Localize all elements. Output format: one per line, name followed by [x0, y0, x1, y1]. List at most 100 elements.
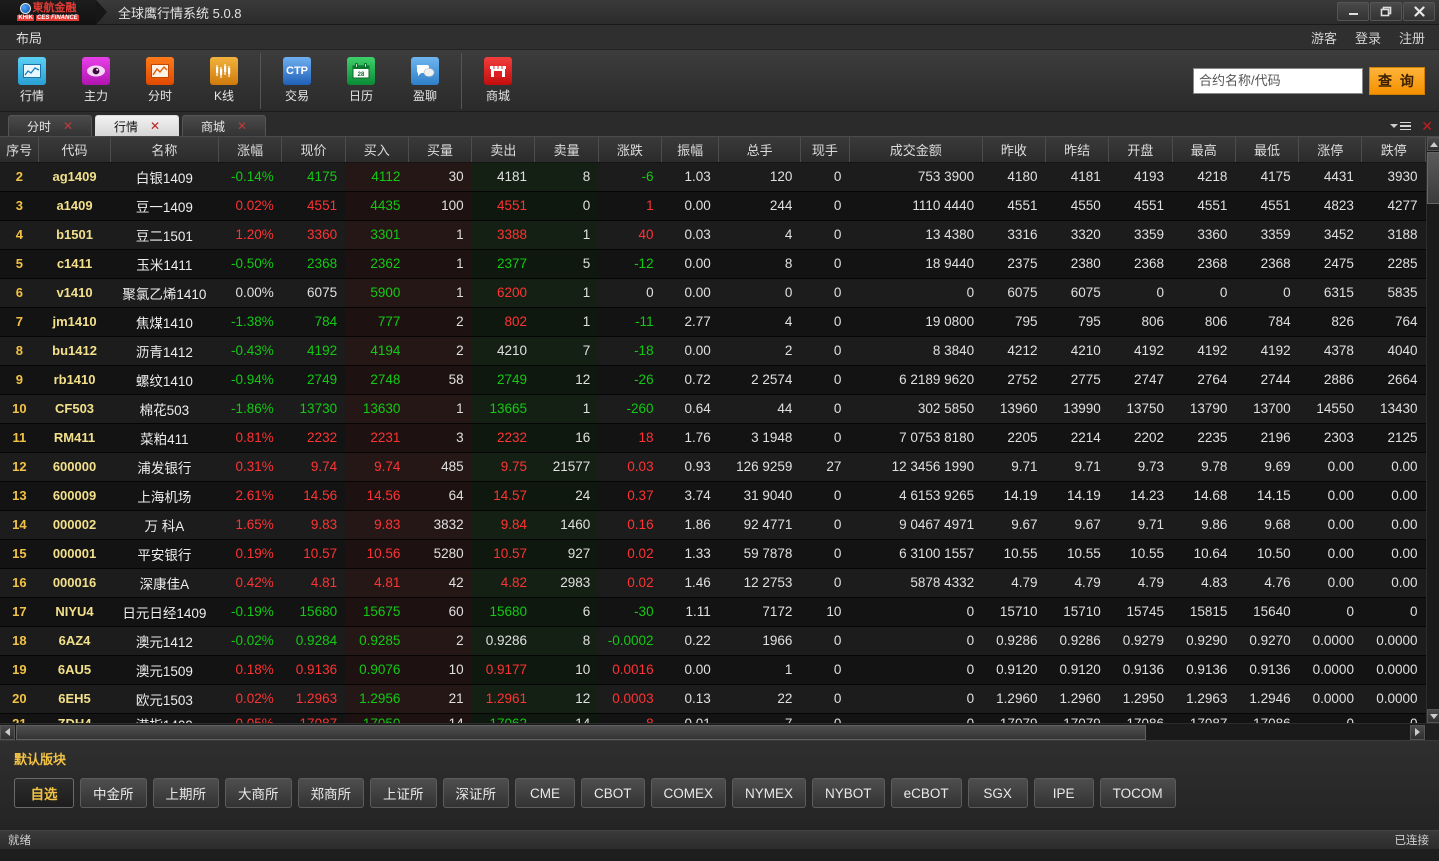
close-button[interactable] — [1403, 2, 1435, 21]
table-row[interactable]: 12 600000 浦发银行 0.31% 9.74 9.74 485 9.75 21577 0.0… — [0, 452, 1426, 482]
search-button[interactable]: 查 询 — [1369, 66, 1425, 95]
toolbar-button-trade[interactable]: CTP 交易 — [265, 52, 329, 110]
table-row[interactable]: 15 000001 平安银行 0.19% 10.57 10.56 5280 10.57 927 0… — [0, 539, 1426, 569]
scroll-right-button[interactable] — [1410, 724, 1425, 740]
table-row[interactable]: 4 b1501 豆二1501 1.20% 3360 3301 1 3388 1 40 0.03 4 0 1… — [0, 220, 1426, 250]
table-row[interactable]: 11 RM411 菜粕411 0.81% 2232 2231 3 2232 16 18 1.76 3 … — [0, 423, 1426, 453]
cell-presettle: 6075 — [1045, 278, 1109, 308]
exchange-button-7[interactable]: CME — [515, 778, 575, 808]
scroll-down-button[interactable] — [1427, 709, 1439, 723]
scrollbar-corner — [1426, 723, 1439, 741]
cell-idx: 5 — [0, 249, 39, 279]
column-header-code[interactable]: 代码 — [38, 137, 111, 163]
exchange-button-15[interactable]: TOCOM — [1099, 778, 1176, 808]
column-header-turnover[interactable]: 成交金额 — [849, 137, 983, 163]
cell-amp: 1.11 — [661, 597, 719, 627]
column-header-chg[interactable]: 涨跌 — [598, 137, 663, 163]
exchange-button-6[interactable]: 深证所 — [442, 778, 509, 808]
exchange-button-12[interactable]: eCBOT — [890, 778, 962, 808]
column-header-pct[interactable]: 涨幅 — [218, 137, 283, 163]
vertical-scrollbar[interactable] — [1426, 137, 1439, 723]
minimize-button[interactable] — [1337, 2, 1369, 21]
table-row[interactable]: 17 NIYU4 日元日经1409 -0.19% 15680 15675 60 15680 6-… — [0, 597, 1426, 627]
register-link[interactable]: 注册 — [1399, 28, 1425, 47]
tab-intraday[interactable]: 分时 ✕ — [8, 115, 92, 136]
close-tab-icon[interactable]: ✕ — [1421, 119, 1433, 133]
exchange-button-1[interactable]: 中金所 — [80, 778, 147, 808]
column-header-price[interactable]: 现价 — [281, 137, 346, 163]
column-header-preclose[interactable]: 昨收 — [982, 137, 1046, 163]
toolbar-button-candlestick[interactable]: K线 — [192, 52, 256, 110]
toolbar-button-quotes[interactable]: 行情 — [0, 52, 64, 110]
table-row[interactable]: 14 000002 万 科A 1.65% 9.83 9.83 3832 9.84 1460 0.1… — [0, 510, 1426, 540]
table-row[interactable]: 16 000016 深康佳A 0.42% 4.81 4.81 42 4.82 2983 0.02 1… — [0, 568, 1426, 598]
column-header-bid[interactable]: 买入 — [345, 137, 409, 163]
table-row[interactable]: 13 600009 上海机场 2.61% 14.56 14.56 64 14.57 24 0.37… — [0, 481, 1426, 511]
search-input[interactable] — [1193, 67, 1363, 94]
exchange-button-13[interactable]: SGX — [967, 778, 1028, 808]
column-header-limitup[interactable]: 涨停 — [1298, 137, 1363, 163]
cell-presettle: 1.2960 — [1045, 684, 1109, 714]
column-header-volume[interactable]: 总手 — [718, 137, 801, 163]
scroll-left-button[interactable] — [0, 724, 15, 740]
column-header-ask[interactable]: 卖出 — [471, 137, 536, 163]
table-row[interactable]: 20 6EH5 欧元1503 0.02% 1.2963 1.2956 21 1.2961 12 0… — [0, 684, 1426, 714]
brand-name-cn: 東航金融 — [32, 2, 77, 14]
menu-item-layout[interactable]: 布局 — [10, 28, 48, 47]
cell-lastvol: 0 — [800, 510, 850, 540]
column-header-name[interactable]: 名称 — [110, 137, 220, 163]
exchange-button-11[interactable]: NYBOT — [812, 778, 885, 808]
horizontal-scrollbar[interactable] — [0, 723, 1439, 741]
tab-close-intraday[interactable]: ✕ — [63, 119, 73, 133]
toolbar-button-main-force[interactable]: 主力 — [64, 52, 128, 110]
exchange-button-10[interactable]: NYMEX — [732, 778, 807, 808]
account-links: 游客 登录 注册 — [1311, 28, 1425, 47]
table-row[interactable]: 5 c1411 玉米1411 -0.50% 2368 2362 1 2377 5 -12 0.00 8… — [0, 249, 1426, 279]
column-header-askvol[interactable]: 卖量 — [534, 137, 599, 163]
table-row[interactable]: 18 6AZ4 澳元1412 -0.02% 0.9284 0.9285 2 0.9286 8 -0… — [0, 626, 1426, 656]
table-row[interactable]: 2 ag1409 白银1409 -0.14% 4175 4112 30 4181 8 -6 1.03… — [0, 162, 1426, 192]
table-row[interactable]: 9 rb1410 螺纹1410 -0.94% 2749 2748 58 2749 12 -26 0.… — [0, 365, 1426, 395]
toolbar-button-shop[interactable]: 商城 — [466, 52, 530, 110]
exchange-button-5[interactable]: 上证所 — [370, 778, 437, 808]
horizontal-scroll-thumb[interactable] — [16, 724, 1146, 740]
vertical-scroll-thumb[interactable] — [1427, 152, 1439, 204]
exchange-button-0[interactable]: 自选 — [14, 778, 74, 808]
table-row[interactable]: 10 CF503 棉花503 -1.86% 13730 13630 1 13665 1 -260 0… — [0, 394, 1426, 424]
table-row[interactable]: 3 a1409 豆一1409 0.02% 4551 4435 100 4551 0 1 0.00 24… — [0, 191, 1426, 221]
restore-button[interactable] — [1370, 2, 1402, 21]
cell-bid: 2362 — [345, 249, 409, 279]
column-header-low[interactable]: 最低 — [1235, 137, 1300, 163]
column-header-high[interactable]: 最高 — [1172, 137, 1236, 163]
column-header-open[interactable]: 开盘 — [1108, 137, 1173, 163]
column-header-presettle[interactable]: 昨结 — [1045, 137, 1110, 163]
tab-close-quotes[interactable]: ✕ — [150, 119, 160, 133]
column-header-limitdn[interactable]: 跌停 — [1361, 137, 1426, 163]
exchange-button-3[interactable]: 大商所 — [225, 778, 292, 808]
guest-link[interactable]: 游客 — [1311, 28, 1337, 47]
table-row[interactable]: 6 v1410 聚氯乙烯1410 0.00% 6075 5900 1 6200 1 0 0.00 0 0… — [0, 278, 1426, 308]
table-row[interactable]: 7 jm1410 焦煤1410 -1.38% 784 777 2 802 1 -11 2.77 4 0 1… — [0, 307, 1426, 337]
exchange-button-14[interactable]: IPE — [1033, 778, 1094, 808]
column-header-lastvol[interactable]: 现手 — [800, 137, 850, 163]
cell-bidvol: 3 — [408, 423, 472, 453]
ctp-icon: CTP — [283, 57, 311, 85]
toolbar-button-chat[interactable]: 盈聊 — [393, 52, 457, 110]
tab-close-shop[interactable]: ✕ — [237, 119, 247, 133]
exchange-button-9[interactable]: COMEX — [650, 778, 727, 808]
column-header-amp[interactable]: 振幅 — [661, 137, 720, 163]
table-row[interactable]: 19 6AU5 澳元1509 0.18% 0.9136 0.9076 10 0.9177 10 0… — [0, 655, 1426, 685]
scroll-up-button[interactable] — [1427, 137, 1439, 151]
tab-shop[interactable]: 商城 ✕ — [182, 115, 266, 136]
exchange-button-4[interactable]: 郑商所 — [297, 778, 364, 808]
column-header-idx[interactable]: 序号 — [0, 137, 40, 163]
toolbar-button-intraday[interactable]: 分时 — [128, 52, 192, 110]
table-row[interactable]: 8 bu1412 沥青1412 -0.43% 4192 4194 2 4210 7 -18 0.00… — [0, 336, 1426, 366]
exchange-button-2[interactable]: 上期所 — [152, 778, 219, 808]
tab-list-menu-button[interactable] — [1390, 121, 1412, 131]
column-header-bidvol[interactable]: 买量 — [408, 137, 473, 163]
toolbar-button-calendar[interactable]: 28 日历 — [329, 52, 393, 110]
login-link[interactable]: 登录 — [1355, 28, 1381, 47]
exchange-button-8[interactable]: CBOT — [581, 778, 645, 808]
tab-quotes[interactable]: 行情 ✕ — [95, 115, 179, 136]
